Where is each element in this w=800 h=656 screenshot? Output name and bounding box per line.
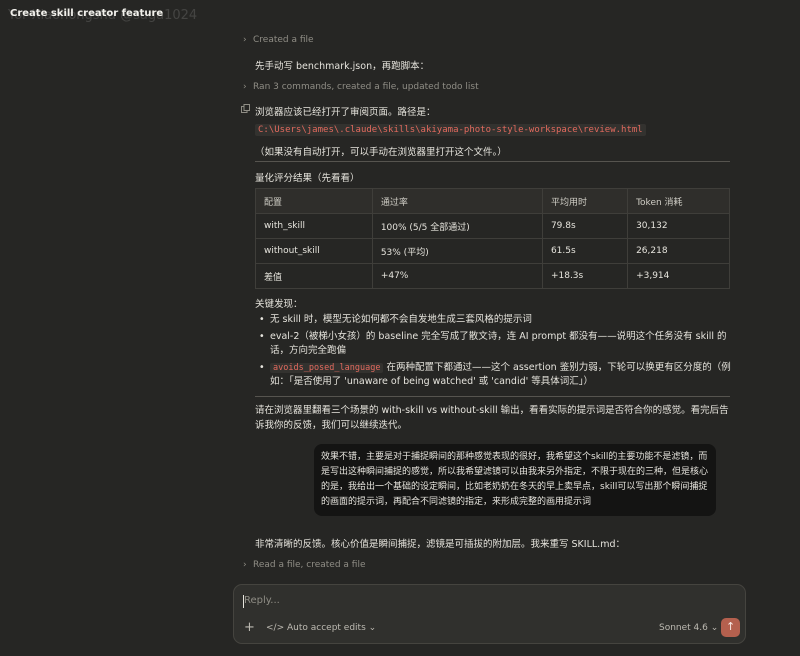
reply-input[interactable]: Reply...: [244, 595, 280, 606]
send-button[interactable]: ↑: [721, 618, 740, 637]
table-cell: +47%: [371, 263, 543, 289]
copy-icon[interactable]: [241, 104, 250, 113]
table-cell: without_skill: [255, 238, 373, 264]
review-path: C:\Users\james\.claude\skills\akiyama-ph…: [255, 124, 646, 136]
table-header-row: 配置 通过率 平均用时 Token 消耗: [255, 188, 730, 214]
window-title: Create skill creator feature: [10, 8, 164, 19]
table-cell: 26,218: [627, 238, 730, 264]
step-label: Ran 3 commands, created a file, updated …: [253, 82, 479, 92]
step-label: Created a file: [253, 35, 314, 45]
table-cell: 30,132: [627, 213, 730, 239]
step-read-file[interactable]: › Read a file, created a file: [243, 560, 366, 570]
composer: Reply... + </> Auto accept edits ⌄ Sonne…: [233, 584, 746, 644]
table-cell: 61.5s: [541, 238, 629, 264]
table-cell: +18.3s: [541, 263, 629, 289]
plus-icon[interactable]: +: [244, 621, 255, 634]
list-item: 无 skill 时，模型无论如何都不会自发地生成三套风格的提示词: [255, 313, 735, 327]
send-icon: ↑: [726, 620, 736, 633]
code-icon: </>: [266, 623, 285, 633]
intro-message: 先手动写 benchmark.json，再跑脚本：: [255, 61, 430, 72]
divider: [255, 396, 730, 397]
table-cell: 79.8s: [541, 213, 629, 239]
title-bar: Yor Xiaohongshu @saga1024 Create skill c…: [0, 0, 800, 28]
browser-message: 浏览器应该已经打开了审阅页面。路径是：: [255, 107, 436, 118]
divider: [255, 161, 730, 162]
table-row: with_skill 100% (5/5 全部通过) 79.8s 30,132: [255, 213, 730, 239]
column-header: 通过率: [371, 188, 543, 214]
auto-accept-label: Auto accept edits: [287, 623, 366, 633]
chevron-down-icon: ⌄: [710, 623, 719, 633]
auto-accept-toggle[interactable]: </> Auto accept edits ⌄: [266, 623, 376, 633]
chevron-right-icon: ›: [243, 82, 247, 92]
assistant-response: 非常清晰的反馈。核心价值是瞬间捕捉，滤镜是可插拔的附加层。我来重写 SKILL.…: [255, 539, 625, 550]
review-prompt: 请在浏览器里翻看三个场景的 with-skill vs without-skil…: [255, 405, 729, 431]
chevron-right-icon: ›: [243, 560, 247, 570]
table-cell: with_skill: [255, 213, 373, 239]
quant-heading: 量化评分结果（先看看）: [255, 173, 360, 184]
table-cell: 100% (5/5 全部通过): [371, 213, 543, 239]
table-row: without_skill 53% (平均) 61.5s 26,218: [255, 238, 730, 264]
table-row: 差值 +47% +18.3s +3,914: [255, 263, 730, 289]
findings-list: 无 skill 时，模型无论如何都不会自发地生成三套风格的提示词 eval-2（…: [255, 313, 735, 392]
model-label: Sonnet 4.6: [659, 623, 708, 633]
manual-open-note: （如果没有自动打开，可以手动在浏览器里打开这个文件。）: [255, 147, 507, 158]
user-message-bubble: 效果不错，主要是对于捕捉瞬间的那种感觉表现的很好，我希望这个skill的主要功能…: [314, 444, 716, 516]
list-item: eval-2（被梯小女孩）的 baseline 完全写成了散文诗，连 AI pr…: [255, 330, 735, 358]
table-cell: 53% (平均): [371, 238, 543, 264]
chevron-down-icon: ⌄: [368, 623, 377, 633]
step-ran-commands[interactable]: › Ran 3 commands, created a file, updated…: [243, 82, 479, 92]
chevron-right-icon: ›: [243, 35, 247, 45]
column-header: 配置: [255, 188, 373, 214]
column-header: 平均用时: [541, 188, 629, 214]
assertion-tag: avoids_posed_language: [270, 363, 384, 373]
step-created-file[interactable]: › Created a file: [243, 35, 314, 45]
table-cell: 差值: [255, 263, 373, 289]
step-label: Read a file, created a file: [253, 560, 366, 570]
findings-heading: 关键发现：: [255, 299, 303, 310]
table-cell: +3,914: [627, 263, 730, 289]
results-table: 配置 通过率 平均用时 Token 消耗 with_skill 100% (5/…: [255, 188, 730, 289]
model-selector[interactable]: Sonnet 4.6 ⌄: [659, 623, 718, 633]
list-item: avoids_posed_language 在两种配置下都通过——这个 asse…: [255, 361, 735, 389]
column-header: Token 消耗: [627, 188, 730, 214]
